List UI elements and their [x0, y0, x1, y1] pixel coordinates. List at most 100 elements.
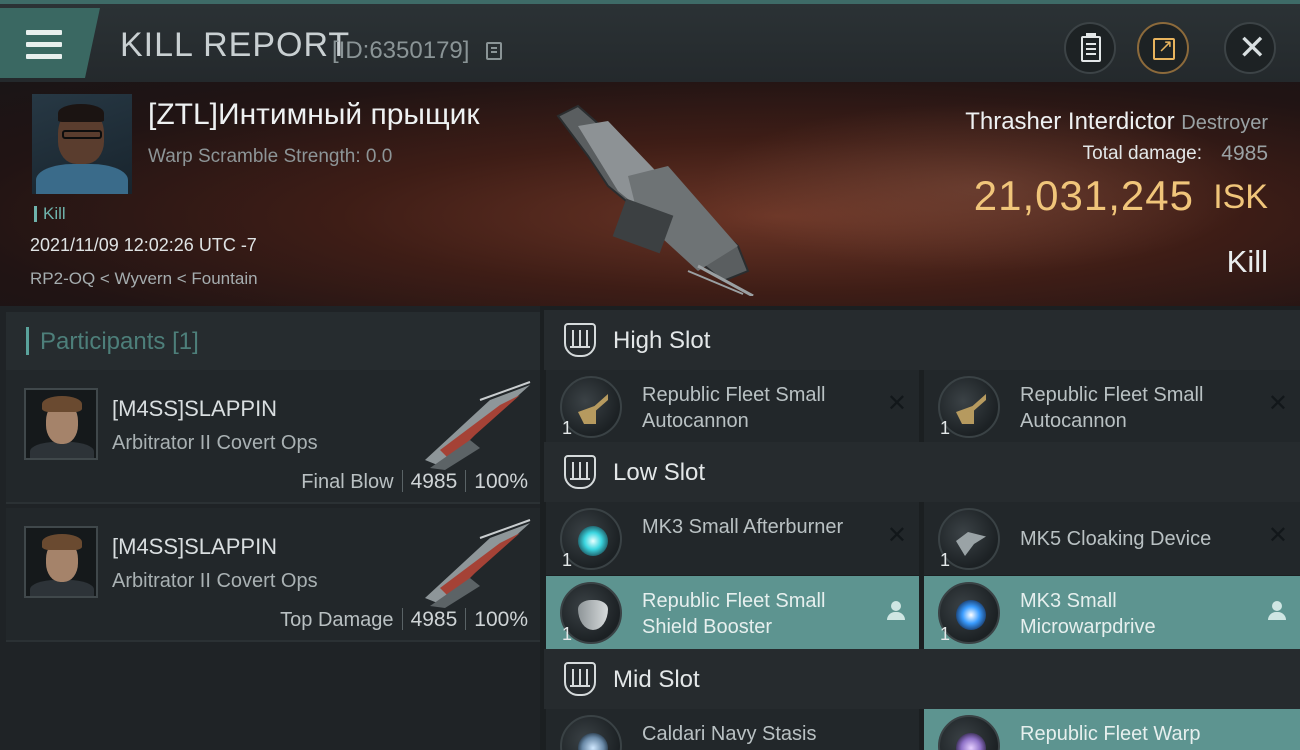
module-item[interactable]: 1 MK3 Small Microwarpdrive [924, 576, 1300, 649]
share-icon [1153, 36, 1175, 60]
module-quantity: 1 [562, 550, 573, 570]
participants-count: [1] [172, 328, 199, 355]
clipboard-button[interactable] [1064, 22, 1116, 74]
low-slot-title: Low Slot [613, 459, 706, 486]
module-quantity: 1 [562, 624, 573, 644]
kill-id: [ID:6350179] [332, 37, 470, 64]
module-name: MK5 Cloaking Device [1020, 528, 1212, 550]
stat-divider [401, 470, 403, 492]
stasis-webifier-icon-shape [578, 733, 608, 750]
kill-tag: Kill [34, 205, 66, 222]
module-item[interactable]: 1 Republic Fleet Small Autocannon ✕ [924, 370, 1300, 443]
ship-name: Thrasher Interdictor [965, 108, 1175, 135]
participants-accent [26, 327, 29, 355]
participant-row[interactable]: [M4SS]SLAPPIN Arbitrator II Covert Ops F… [6, 370, 540, 504]
module-name: MK3 Small Afterburner [642, 516, 844, 538]
module-quantity: 1 [940, 550, 951, 570]
module-name: Republic Fleet Warp [1020, 723, 1201, 745]
total-damage-value: 4985 [1221, 142, 1268, 165]
isk-unit: ISK [1213, 178, 1268, 216]
copy-icon[interactable] [486, 42, 502, 60]
victim-ship[interactable]: Thrasher Interdictor Destroyer [965, 108, 1268, 136]
share-button[interactable] [1137, 22, 1189, 74]
participants-title: Participants [1] [40, 328, 199, 356]
victim-banner: [ZTL]Интимный прыщик Warp Scramble Stren… [0, 82, 1300, 306]
participant-percent: 100% [474, 470, 528, 493]
module-item[interactable]: 1 MK3 Small Afterburner ✕ [546, 502, 919, 575]
low-slot-header: Low Slot [544, 442, 1300, 502]
participant-ship: Arbitrator II Covert Ops [112, 432, 318, 454]
module-name: Caldari Navy Stasis [642, 723, 817, 745]
participant-avatar[interactable] [24, 388, 98, 460]
destroyed-icon: ✕ [886, 390, 907, 417]
mid-slot-icon [564, 662, 596, 696]
shield-booster-icon-shape [578, 600, 608, 630]
participant-stats: Top Damage 4985 100% [280, 608, 528, 632]
total-damage-label: Total damage: [1082, 143, 1202, 164]
module-name: Republic Fleet Small Autocannon [642, 384, 826, 432]
module-quantity: 1 [940, 418, 951, 438]
module-item[interactable]: Republic Fleet Warp [924, 709, 1300, 750]
module-item[interactable]: 1 Republic Fleet Small Shield Booster [546, 576, 919, 649]
hamburger-icon [26, 30, 62, 35]
participant-ship-image [425, 519, 531, 608]
destroyed-icon: ✕ [886, 522, 907, 549]
stat-divider [465, 608, 467, 630]
avatar-suit [30, 442, 94, 458]
module-item[interactable]: 1 Republic Fleet Small Autocannon ✕ [546, 370, 919, 443]
victim-avatar[interactable] [32, 94, 132, 194]
menu-button[interactable] [0, 8, 100, 78]
top-bar: KILL REPORT [ID:6350179] ✕ [0, 0, 1300, 82]
module-quantity: 1 [562, 418, 573, 438]
participant-ship: Arbitrator II Covert Ops [112, 570, 318, 592]
participant-row[interactable]: [M4SS]SLAPPIN Arbitrator II Covert Ops T… [6, 508, 540, 642]
avatar-hair [42, 534, 82, 550]
mid-slot-header: Mid Slot [544, 649, 1300, 709]
participant-damage: 4985 [410, 608, 458, 631]
dropped-icon [1268, 601, 1286, 621]
participants-panel: Participants [1] [M4SS]SLAPPIN Arbitrato… [0, 306, 540, 750]
dropped-icon [887, 601, 905, 621]
page-title: KILL REPORT [120, 26, 351, 64]
autocannon-icon-shape [956, 394, 986, 424]
high-slot-header: High Slot [544, 310, 1300, 370]
participants-header: Participants [1] [6, 312, 540, 370]
stat-divider [465, 470, 467, 492]
destroyed-icon: ✕ [1267, 522, 1288, 549]
module-name: MK3 Small Microwarpdrive [1020, 590, 1156, 638]
victim-name[interactable]: [ZTL]Интимный прыщик [148, 98, 480, 132]
kill-location: RP2-OQ < Wyvern < Fountain [30, 269, 258, 288]
participant-name[interactable]: [M4SS]SLAPPIN [112, 396, 277, 422]
module-item[interactable]: Caldari Navy Stasis [546, 709, 919, 750]
kill-report-window: KILL REPORT [ID:6350179] ✕ [ZTL]Интимный… [0, 0, 1300, 750]
clipboard-icon [1081, 33, 1101, 62]
participant-name[interactable]: [M4SS]SLAPPIN [112, 534, 277, 560]
mid-slot-title: Mid Slot [613, 666, 700, 693]
avatar-glasses [62, 130, 102, 139]
close-icon: ✕ [1238, 29, 1267, 67]
close-button[interactable]: ✕ [1224, 22, 1276, 74]
isk-value: 21,031,245 [973, 172, 1194, 219]
avatar-hair [58, 104, 104, 122]
participant-tag: Final Blow [301, 471, 394, 493]
hamburger-icon-bar [26, 42, 62, 47]
microwarpdrive-icon-shape [956, 600, 986, 630]
participant-tag: Top Damage [280, 609, 394, 631]
warp-disruptor-icon [938, 715, 1000, 750]
fitting-panel: High Slot 1 Republic Fleet Small Autocan… [540, 306, 1300, 750]
participant-ship-image [425, 381, 531, 470]
kill-datetime: 2021/11/09 12:02:26 UTC -7 [30, 235, 257, 255]
destroyed-icon: ✕ [1267, 390, 1288, 417]
module-quantity: 1 [940, 624, 951, 644]
afterburner-icon-shape [578, 526, 608, 556]
autocannon-icon-shape [578, 394, 608, 424]
ship-class: Destroyer [1181, 112, 1268, 134]
participants-title-text: Participants [40, 328, 166, 355]
warp-scramble-strength: Warp Scramble Strength: 0.0 [148, 146, 393, 167]
module-item[interactable]: 1 MK5 Cloaking Device ✕ [924, 502, 1300, 575]
participant-avatar[interactable] [24, 526, 98, 598]
participant-damage: 4985 [410, 470, 458, 493]
module-name: Republic Fleet Small Autocannon [1020, 384, 1204, 432]
hamburger-icon-bar [26, 54, 62, 59]
stat-divider [401, 608, 403, 630]
